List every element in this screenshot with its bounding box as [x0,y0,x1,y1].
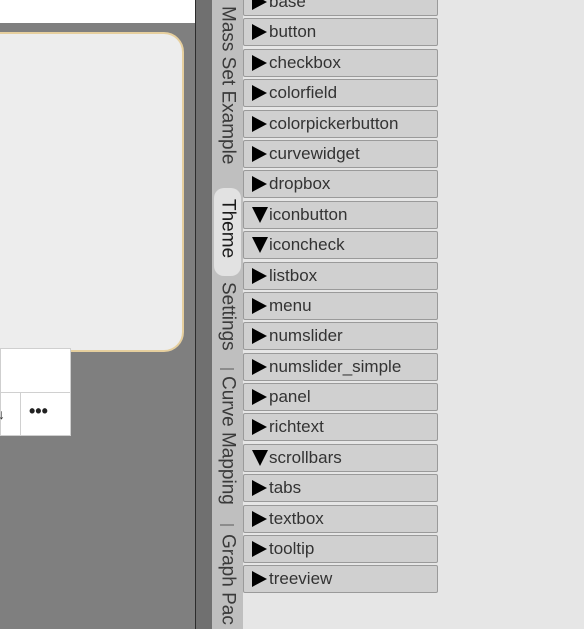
theme-item-richtext[interactable]: richtext [243,413,438,442]
caret-right-icon [252,389,267,406]
theme-item-listbox[interactable]: listbox [243,261,438,290]
theme-item-label: colorfield [269,83,338,103]
panel-divider[interactable] [195,0,212,629]
top-bar [0,0,195,23]
theme-item-panel[interactable]: panel [243,383,438,412]
vertical-tab-strip: Mass Set Example Theme Settings Curve Ma… [212,0,243,629]
theme-item-label: iconbutton [269,204,348,224]
theme-item-label: textbox [269,508,324,528]
theme-item-label: listbox [269,265,318,285]
tab-graph-pack[interactable]: Graph Pac [214,534,241,629]
caret-right-icon [252,24,267,41]
theme-item-dropbox[interactable]: dropbox [243,170,438,199]
caret-down-icon [252,206,268,223]
caret-right-icon [252,85,267,102]
caret-right-icon [252,480,267,497]
theme-item-button[interactable]: button [243,18,438,47]
caret-right-icon [252,510,267,527]
theme-item-numslider[interactable]: numslider [243,322,438,351]
caret-right-icon [252,297,267,314]
theme-item-label: curvewidget [269,143,360,163]
tab-label: Mass Set Example [217,6,239,165]
theme-item-numslider-simple[interactable]: numslider_simple [243,352,438,381]
mini-toolbar: ↓ ••• [0,348,71,436]
theme-item-label: checkbox [269,52,341,72]
app-root: ↓ ••• Mass Set Example Theme Settings Cu… [0,0,584,629]
tab-mass-set-example[interactable]: Mass Set Example [214,6,241,184]
tab-settings[interactable]: Settings [214,282,241,362]
theme-item-checkbox[interactable]: checkbox [243,48,438,77]
rounded-panel [0,32,184,352]
theme-item-colorfield[interactable]: colorfield [243,79,438,108]
tab-theme[interactable]: Theme [214,188,241,276]
caret-down-icon [252,237,268,254]
theme-item-label: menu [269,295,312,315]
theme-item-label: treeview [269,569,333,589]
caret-right-icon [252,571,267,588]
caret-right-icon [252,115,267,132]
theme-item-label: tooltip [269,539,315,559]
theme-item-tooltip[interactable]: tooltip [243,535,438,564]
canvas-area: ↓ ••• [0,0,196,629]
theme-item-label: richtext [269,417,324,437]
theme-item-scrollbars[interactable]: scrollbars [243,443,438,472]
caret-right-icon [252,145,267,162]
tab-label: Settings [217,282,239,351]
tab-curve-mapping[interactable]: Curve Mapping [214,376,241,520]
theme-item-curvewidget[interactable]: curvewidget [243,139,438,168]
tab-separator [220,368,234,370]
theme-item-base[interactable]: base [243,0,438,16]
partial-icon: ↓ [0,406,5,422]
theme-item-label: dropbox [269,174,331,194]
theme-item-label: colorpickerbutton [269,113,399,133]
theme-item-tabs[interactable]: tabs [243,474,438,503]
theme-item-iconbutton[interactable]: iconbutton [243,200,438,229]
caret-right-icon [252,419,267,436]
caret-right-icon [252,176,267,193]
caret-right-icon [252,328,267,345]
theme-item-iconcheck[interactable]: iconcheck [243,231,438,260]
theme-item-label: scrollbars [269,447,342,467]
caret-right-icon [252,358,267,375]
theme-item-label: base [269,0,306,11]
theme-item-label: numslider_simple [269,356,402,376]
caret-right-icon [252,54,267,71]
tab-label: Theme [217,199,239,259]
theme-item-colorpickerbutton[interactable]: colorpickerbutton [243,109,438,138]
caret-down-icon [252,449,268,466]
theme-item-menu[interactable]: menu [243,291,438,320]
theme-item-label: numslider [269,326,343,346]
theme-item-textbox[interactable]: textbox [243,504,438,533]
toolbar-separator [20,393,21,436]
caret-right-icon [252,0,267,10]
tab-label: Curve Mapping [217,376,239,505]
toolbar-divider [1,392,71,393]
theme-item-label: button [269,22,317,42]
theme-item-label: iconcheck [269,235,345,255]
more-button[interactable]: ••• [29,401,48,422]
tab-separator [220,524,234,526]
caret-right-icon [252,541,267,558]
theme-item-label: tabs [269,478,302,498]
theme-item-list: base button checkbox colorfield colorpickerb… [243,0,438,596]
caret-right-icon [252,267,267,284]
tab-label: Graph Pac [217,534,239,625]
theme-item-treeview[interactable]: treeview [243,565,438,594]
theme-item-label: panel [269,387,311,407]
